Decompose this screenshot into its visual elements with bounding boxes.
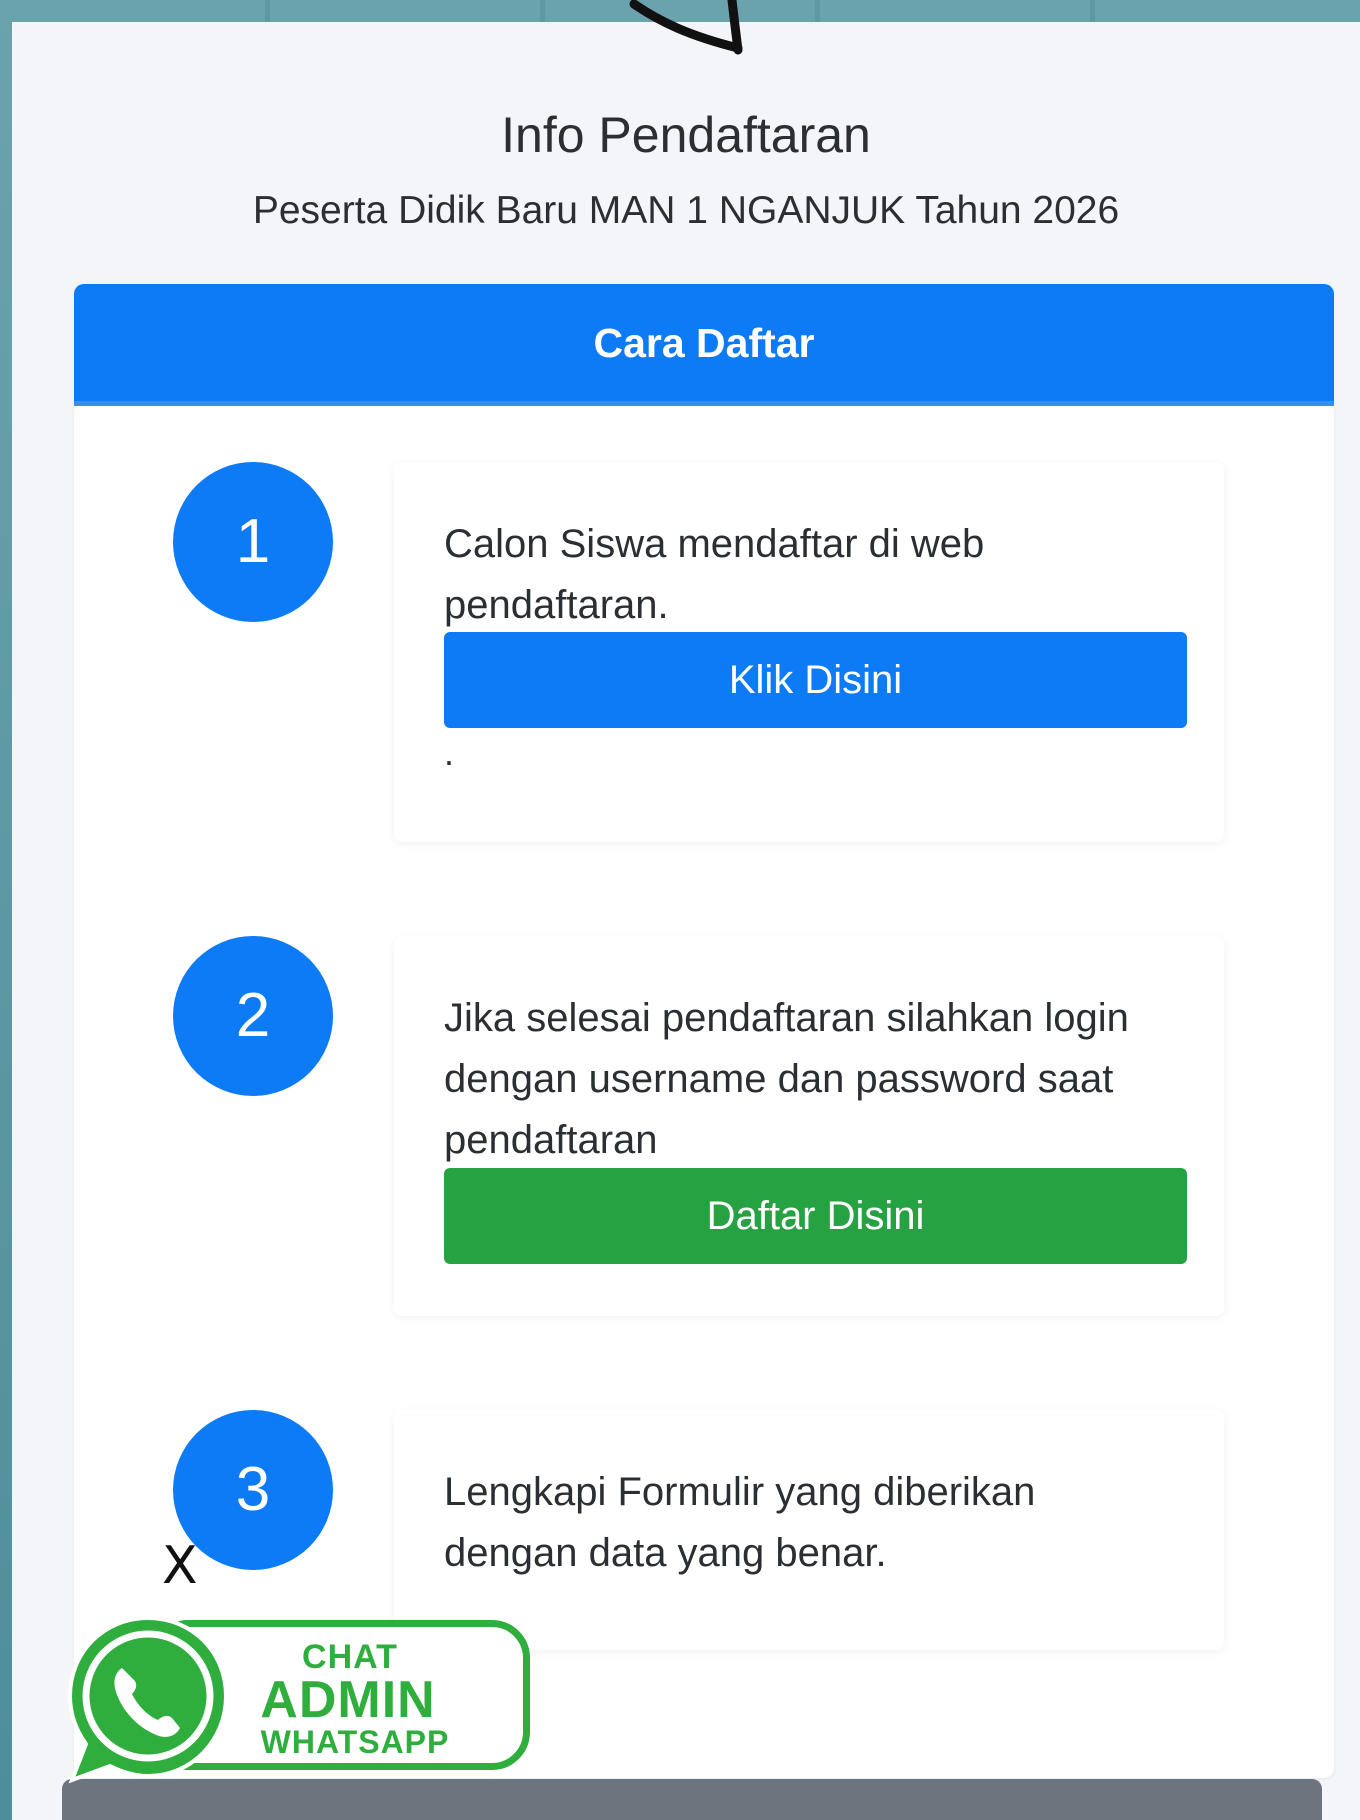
page-edge: [0, 0, 12, 1820]
registration-steps-card: Cara Daftar 1 Calon Siswa mendaftar di w…: [74, 284, 1334, 1778]
step-text-3: Lengkapi Formulir yang diberikan dengan …: [444, 1470, 1036, 1575]
step-number-1: 1: [173, 462, 333, 622]
daftar-disini-button[interactable]: Daftar Disini: [444, 1168, 1187, 1264]
whatsapp-label-admin: ADMIN: [260, 1671, 436, 1729]
klik-disini-button[interactable]: Klik Disini: [444, 632, 1187, 728]
step-1-extra-text: .: [444, 732, 455, 773]
whatsapp-label-whatsapp: WHATSAPP: [260, 1724, 450, 1760]
card-header: Cara Daftar: [74, 284, 1334, 406]
page-title: Info Pendaftaran: [501, 107, 871, 163]
pen-stroke-decoration: [629, 0, 743, 55]
step-text-2: Jika selesai pendaftaran silahkan login …: [444, 996, 1129, 1162]
main-panel: Info Pendaftaran Peserta Didik Baru MAN …: [12, 22, 1360, 1820]
whatsapp-icon: [67, 1615, 229, 1784]
step-box-1: Calon Siswa mendaftar di web pendaftaran…: [394, 462, 1224, 842]
step-number-2: 2: [173, 936, 333, 1096]
page-subtitle: Peserta Didik Baru MAN 1 NGANJUK Tahun 2…: [252, 189, 1120, 232]
step-box-2: Jika selesai pendaftaran silahkan login …: [394, 936, 1224, 1316]
chat-admin-whatsapp-button[interactable]: CHAT ADMIN WHATSAPP: [60, 1610, 540, 1786]
step-text-1: Calon Siswa mendaftar di web pendaftaran…: [444, 522, 985, 627]
close-whatsapp-widget-button[interactable]: X: [162, 1536, 198, 1596]
